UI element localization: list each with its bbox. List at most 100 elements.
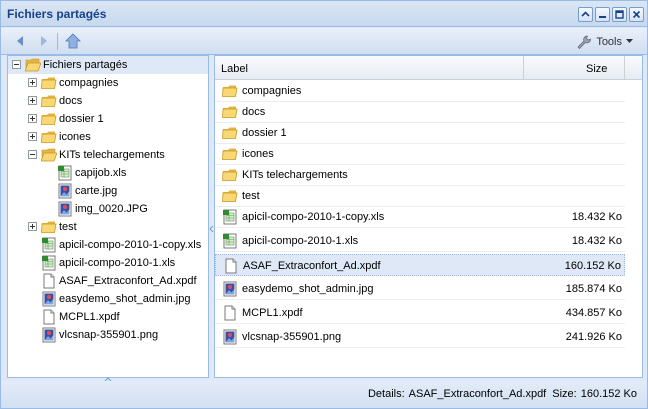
expand-toggle[interactable] bbox=[28, 222, 37, 231]
column-divider[interactable] bbox=[523, 56, 524, 80]
table-row[interactable]: vlcsnap-355901.png 241.926 Ko bbox=[215, 326, 625, 348]
document-icon bbox=[223, 258, 239, 274]
tree-item-file[interactable]: capijob.xls bbox=[8, 164, 208, 182]
row-label: compagnies bbox=[242, 85, 302, 97]
tree-resize-handle[interactable] bbox=[7, 373, 209, 382]
image-icon bbox=[222, 329, 238, 345]
row-size: 18.432 Ko bbox=[571, 211, 622, 223]
tree-item-folder[interactable]: docs bbox=[8, 92, 208, 110]
table-row[interactable]: dossier 1 bbox=[215, 122, 625, 144]
tree-item-folder[interactable]: dossier 1 bbox=[8, 110, 208, 128]
tree-item-folder[interactable]: icones bbox=[8, 128, 208, 146]
plus-icon bbox=[30, 80, 35, 85]
row-label: dossier 1 bbox=[242, 127, 287, 139]
tree-item-label: dossier 1 bbox=[59, 113, 104, 125]
column-label-header[interactable]: Label bbox=[221, 63, 248, 75]
row-size: 160.152 Ko bbox=[564, 260, 621, 272]
row-label: MCPL1.xpdf bbox=[242, 307, 303, 319]
arrow-right-icon bbox=[41, 36, 47, 46]
expand-toggle[interactable] bbox=[28, 114, 37, 123]
spreadsheet-icon bbox=[41, 255, 57, 271]
tree-item-folder[interactable]: compagnies bbox=[8, 74, 208, 92]
document-icon bbox=[41, 309, 57, 325]
folder-icon bbox=[41, 75, 57, 91]
tree-item-folder[interactable]: KITs telechargements bbox=[8, 146, 208, 164]
wrench-icon bbox=[577, 35, 592, 49]
row-size: 185.874 Ko bbox=[565, 283, 622, 295]
minimize-button[interactable] bbox=[595, 7, 610, 22]
tree-item-file[interactable]: MCPL1.xpdf bbox=[8, 308, 208, 326]
folder-icon bbox=[222, 146, 238, 162]
folder-icon bbox=[222, 104, 238, 120]
tree-item-file[interactable]: ASAF_Extraconfort_Ad.xpdf bbox=[8, 272, 208, 290]
caret-down-icon bbox=[626, 39, 633, 43]
tree-item-file[interactable]: img_0020.JPG bbox=[8, 200, 208, 218]
tree-item-label: carte.jpg bbox=[75, 185, 118, 197]
image-icon bbox=[222, 281, 238, 297]
up-folder-button[interactable] bbox=[65, 33, 81, 49]
home-up-icon bbox=[65, 33, 81, 49]
size-value: 160.152 Ko bbox=[580, 388, 637, 400]
table-row[interactable]: docs bbox=[215, 101, 625, 123]
minus-icon bbox=[30, 154, 35, 155]
tools-label: Tools bbox=[596, 35, 622, 48]
arrow-left-icon bbox=[17, 36, 23, 46]
status-details: Details: ASAF_Extraconfort_Ad.xpdf Size:… bbox=[368, 388, 637, 400]
chevron-up-icon bbox=[581, 11, 590, 17]
tree-item-file[interactable]: easydemo_shot_admin.jpg bbox=[8, 290, 208, 308]
tree-item-file[interactable]: apicil-compo-2010-1.xls bbox=[8, 254, 208, 272]
tools-menu-button[interactable]: Tools bbox=[576, 33, 633, 50]
folder-icon bbox=[222, 125, 238, 141]
spreadsheet-icon bbox=[222, 233, 238, 249]
table-row[interactable]: easydemo_shot_admin.jpg 185.874 Ko bbox=[215, 278, 625, 300]
tree-item-file[interactable]: vlcsnap-355901.png bbox=[8, 326, 208, 344]
table-row[interactable]: apicil-compo-2010-1.xls 18.432 Ko bbox=[215, 230, 625, 252]
plus-icon bbox=[30, 116, 35, 121]
table-row-selected[interactable]: ASAF_Extraconfort_Ad.xpdf 160.152 Ko bbox=[215, 254, 625, 276]
file-browser-window: Fichiers partagés Tools Fichiers partagé… bbox=[0, 0, 648, 409]
collapse-toggle[interactable] bbox=[28, 150, 37, 159]
status-bar: Details: ASAF_Extraconfort_Ad.xpdf Size:… bbox=[1, 381, 647, 408]
column-divider[interactable] bbox=[624, 56, 625, 80]
tree-item-folder[interactable]: test bbox=[8, 218, 208, 236]
row-label: docs bbox=[242, 106, 266, 118]
tree-item-root[interactable]: Fichiers partagés bbox=[8, 56, 208, 74]
details-value: ASAF_Extraconfort_Ad.xpdf bbox=[408, 388, 547, 400]
spreadsheet-icon bbox=[222, 209, 238, 225]
table-row[interactable]: icones bbox=[215, 143, 625, 165]
folder-open-icon bbox=[25, 57, 41, 73]
expand-toggle[interactable] bbox=[28, 132, 37, 141]
tree-item-file[interactable]: carte.jpg bbox=[8, 182, 208, 200]
grid-header: Label Size bbox=[215, 56, 642, 80]
folder-icon bbox=[222, 167, 238, 183]
collapse-button[interactable] bbox=[578, 7, 593, 22]
forward-button[interactable] bbox=[35, 33, 51, 49]
folder-icon bbox=[41, 93, 57, 109]
expand-toggle[interactable] bbox=[28, 78, 37, 87]
expand-toggle[interactable] bbox=[28, 96, 37, 105]
folder-open-icon bbox=[41, 147, 57, 163]
table-row[interactable]: MCPL1.xpdf 434.857 Ko bbox=[215, 302, 625, 324]
collapse-toggle[interactable] bbox=[12, 60, 21, 69]
column-size-header[interactable]: Size bbox=[586, 63, 607, 75]
tree-item-label: docs bbox=[59, 95, 83, 107]
row-label: easydemo_shot_admin.jpg bbox=[242, 283, 374, 295]
table-row[interactable]: apicil-compo-2010-1-copy.xls 18.432 Ko bbox=[215, 206, 625, 228]
back-button[interactable] bbox=[13, 33, 29, 49]
maximize-icon bbox=[615, 10, 624, 19]
tree-item-label: ASAF_Extraconfort_Ad.xpdf bbox=[59, 275, 197, 287]
table-row[interactable]: test bbox=[215, 185, 625, 207]
tree-item-label: KITs telechargements bbox=[59, 149, 165, 161]
title-bar: Fichiers partagés bbox=[1, 1, 647, 27]
close-button[interactable] bbox=[629, 7, 644, 22]
table-row[interactable]: compagnies bbox=[215, 80, 625, 102]
tree-item-label: icones bbox=[59, 131, 91, 143]
tree-item-label: test bbox=[59, 221, 77, 233]
table-row[interactable]: KITs telechargements bbox=[215, 164, 625, 186]
image-icon bbox=[41, 291, 57, 307]
plus-icon bbox=[30, 98, 35, 103]
maximize-button[interactable] bbox=[612, 7, 627, 22]
tree-item-file[interactable]: apicil-compo-2010-1-copy.xls bbox=[8, 236, 208, 254]
row-label: KITs telechargements bbox=[242, 169, 348, 181]
tree-item-label: img_0020.JPG bbox=[75, 203, 148, 215]
